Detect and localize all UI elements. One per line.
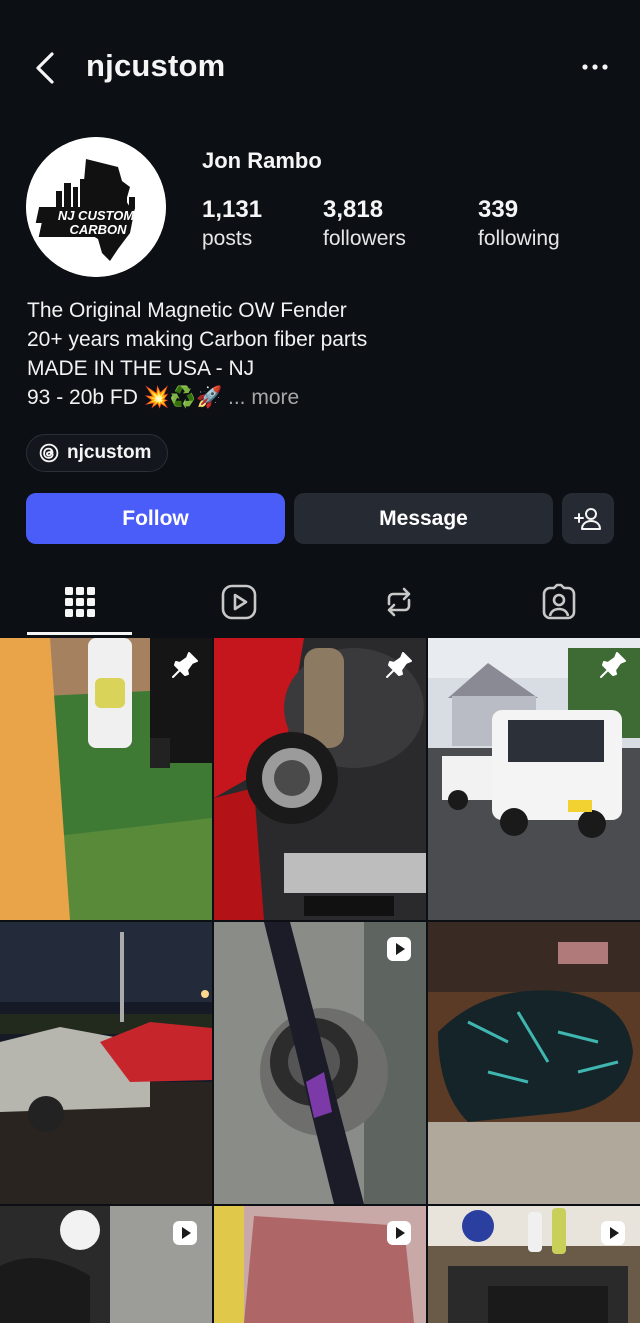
post-image (0, 922, 212, 1204)
post-thumbnail[interactable] (214, 922, 426, 1204)
grid-icon (65, 587, 95, 617)
top-bar: njcustom (0, 0, 640, 130)
tab-reposts[interactable] (377, 580, 421, 624)
message-button[interactable]: Message (294, 493, 553, 544)
stat-followers-value: 3,818 (323, 196, 384, 223)
reel-icon (601, 1221, 625, 1245)
tab-reels[interactable] (217, 580, 261, 624)
stat-posts[interactable]: 1,131 posts (202, 196, 262, 254)
post-thumbnail[interactable] (214, 1206, 426, 1323)
post-image (0, 638, 212, 920)
stat-following[interactable]: 339 following (478, 196, 560, 254)
post-thumbnail[interactable] (428, 922, 640, 1204)
post-thumbnail[interactable] (214, 638, 426, 920)
tagged-person-icon (542, 583, 576, 620)
bio-more-link[interactable]: ... more (228, 386, 299, 409)
stat-posts-label: posts (202, 227, 253, 250)
repost-icon (387, 587, 411, 617)
post-image (214, 638, 426, 920)
reel-icon (387, 1221, 411, 1245)
add-person-icon (574, 507, 601, 530)
post-thumbnail[interactable] (428, 1206, 640, 1323)
threads-link[interactable]: njcustom (26, 434, 169, 472)
svg-text:NJ CUSTOM: NJ CUSTOM (58, 208, 135, 223)
bio-line: The Original Magnetic OW Fender (27, 299, 347, 322)
more-horizontal-icon[interactable] (578, 52, 612, 82)
tab-grid[interactable] (58, 580, 102, 624)
post-image (428, 922, 640, 1204)
reels-icon (221, 584, 257, 620)
bio-line-text: 93 - 20b FD 💥♻️🚀 (27, 386, 223, 409)
nj-custom-carbon-logo: NJ CUSTOM CARBON (26, 137, 166, 277)
bio-line: MADE IN THE USA - NJ (27, 357, 255, 380)
stat-following-label: following (478, 227, 560, 250)
post-thumbnail[interactable] (0, 638, 212, 920)
post-thumbnail[interactable] (0, 922, 212, 1204)
tab-tagged[interactable] (537, 580, 581, 624)
stat-posts-value: 1,131 (202, 196, 263, 223)
chevron-left-icon[interactable] (28, 48, 64, 88)
stat-following-value: 339 (478, 196, 519, 223)
pin-icon (600, 652, 626, 678)
pin-icon (172, 652, 198, 678)
svg-text:CARBON: CARBON (69, 222, 127, 237)
avatar[interactable]: NJ CUSTOM CARBON (26, 137, 166, 277)
active-tab-indicator (27, 632, 132, 635)
threads-icon (39, 443, 59, 463)
post-image (428, 638, 640, 920)
post-thumbnail[interactable] (428, 638, 640, 920)
pin-icon (386, 652, 412, 678)
bio: The Original Magnetic OW Fender 20+ year… (27, 296, 367, 412)
suggest-users-button[interactable] (562, 493, 614, 544)
reel-icon (173, 1221, 197, 1245)
post-image (214, 922, 426, 1204)
post-thumbnail[interactable] (0, 1206, 212, 1323)
threads-handle: njcustom (67, 442, 152, 463)
stat-followers-label: followers (323, 227, 406, 250)
follow-button[interactable]: Follow (26, 493, 285, 544)
bio-line: 20+ years making Carbon fiber parts (27, 328, 368, 351)
profile-tabs (0, 560, 640, 638)
profile-username-title: njcustom (86, 48, 226, 83)
stat-followers[interactable]: 3,818 followers (323, 196, 406, 254)
reel-icon (387, 937, 411, 961)
display-name: Jon Rambo (202, 148, 322, 173)
bio-line-last: 93 - 20b FD 💥♻️🚀 ... more (27, 383, 367, 412)
